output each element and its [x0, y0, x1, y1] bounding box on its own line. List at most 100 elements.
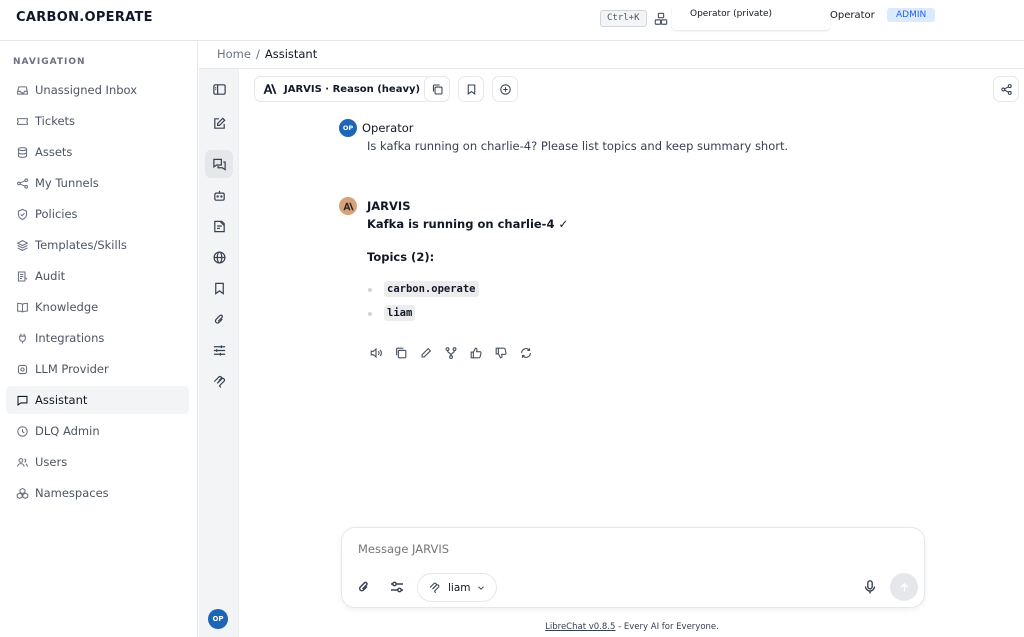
bookmark-conversation-button[interactable] — [458, 76, 484, 102]
read-aloud-button[interactable] — [369, 344, 394, 362]
copy-icon — [432, 84, 442, 94]
sidebar-item-label: My Tunnels — [35, 176, 99, 190]
bot-icon — [213, 190, 225, 201]
command-palette-shortcut[interactable]: Ctrl+K — [600, 10, 647, 27]
attachments-button[interactable] — [205, 305, 233, 333]
sidebar-item-namespaces[interactable]: Namespaces — [6, 479, 189, 507]
shield-icon — [17, 208, 28, 220]
plus-circle-icon — [499, 83, 511, 95]
sidebar-item-label: LLM Provider — [35, 362, 109, 376]
sidebar-nav-list: Unassigned Inbox Tickets Assets My Tunne… — [6, 76, 189, 510]
top-bar: CARBON.OPERATE Ctrl+K Operator (private)… — [0, 0, 1024, 41]
mcp-servers-button[interactable] — [205, 243, 233, 271]
sidebar-item-my-tunnels[interactable]: My Tunnels — [6, 169, 189, 197]
speaker-icon — [370, 347, 382, 359]
tools-settings-button[interactable] — [387, 577, 407, 597]
model-label: JARVIS · Reason (heavy) — [284, 83, 421, 95]
bookmark-icon — [467, 84, 475, 95]
sidebar-toggle-icon — [212, 83, 226, 95]
sidebar-item-label: Tickets — [35, 114, 76, 128]
inbox-icon — [17, 85, 28, 95]
bookmarks-button[interactable] — [205, 274, 233, 302]
attach-file-button[interactable] — [354, 577, 374, 597]
parameters-button[interactable] — [205, 336, 233, 364]
toggle-sidebar-button[interactable] — [205, 75, 233, 103]
thumbs-down-button[interactable] — [494, 344, 519, 362]
sidebar-item-policies[interactable]: Policies — [6, 200, 189, 228]
mcp-tools-button[interactable] — [205, 367, 233, 395]
anthropic-icon — [263, 84, 277, 94]
prompt-icon — [213, 220, 225, 232]
sidebar-item-templates-skills[interactable]: Templates/Skills — [6, 231, 189, 259]
sidebar-item-integrations[interactable]: Integrations — [6, 324, 189, 352]
sidebar-item-tickets[interactable]: Tickets — [6, 107, 189, 135]
tenant-icon — [654, 12, 668, 25]
users-icon — [17, 457, 28, 467]
thumbs-up-icon — [470, 347, 482, 359]
book-icon — [17, 302, 28, 313]
footer-tagline: - Every AI for Everyone. — [615, 622, 719, 632]
edit-icon — [213, 116, 226, 129]
thumbs-down-icon — [495, 347, 507, 359]
brand-logo[interactable]: CARBON.OPERATE — [16, 10, 153, 25]
tenant-select[interactable]: Operator (private) — [672, 4, 830, 30]
mcp-icon — [213, 375, 225, 388]
sidebar-item-llm-provider[interactable]: LLM Provider — [6, 355, 189, 383]
clock-icon — [17, 425, 28, 437]
refresh-icon — [521, 348, 531, 358]
model-selector-button[interactable]: JARVIS · Reason (heavy) — [254, 76, 432, 102]
breadcrumb: Home / Assistant — [217, 47, 317, 61]
sidebar-item-label: Assets — [35, 145, 73, 159]
database-icon — [17, 146, 28, 158]
sidebar-item-label: Assistant — [35, 393, 88, 407]
breadcrumb-home[interactable]: Home — [217, 47, 251, 61]
role-badge: ADMIN — [887, 8, 936, 22]
sidebar-item-label: Unassigned Inbox — [35, 83, 138, 97]
copy-conversation-button[interactable] — [424, 76, 450, 102]
chat-icon — [17, 395, 28, 406]
list-bullet — [368, 288, 372, 292]
mcp-server-selector[interactable]: liam — [417, 573, 497, 602]
sidebar-item-assistant[interactable]: Assistant — [6, 386, 189, 414]
edit-message-button[interactable] — [419, 344, 444, 362]
mcp-server-label: liam — [448, 581, 471, 594]
sidebar-item-users[interactable]: Users — [6, 448, 189, 476]
send-button[interactable] — [890, 573, 918, 601]
anthropic-icon — [342, 202, 354, 210]
sidebar-item-knowledge[interactable]: Knowledge — [6, 293, 189, 321]
sidebar-item-label: Templates/Skills — [35, 238, 127, 252]
voice-input-button[interactable] — [860, 577, 880, 597]
copy-message-button[interactable] — [394, 344, 419, 362]
thumbs-up-button[interactable] — [469, 344, 494, 362]
conversations-button[interactable] — [205, 150, 233, 178]
librechat-link[interactable]: LibreChat v0.8.5 — [545, 622, 615, 632]
sidebar-item-audit[interactable]: Audit — [6, 262, 189, 290]
sidebar-item-label: Namespaces — [35, 486, 109, 500]
message-composer: liam — [341, 527, 925, 608]
user-message-author: Operator — [362, 121, 414, 135]
sidebar-item-unassigned-inbox[interactable]: Unassigned Inbox — [6, 76, 189, 104]
settings-sliders-icon — [391, 581, 403, 593]
new-conversation-button[interactable] — [492, 76, 518, 102]
new-chat-button[interactable] — [205, 109, 233, 137]
regenerate-button[interactable] — [519, 344, 544, 362]
ticket-icon — [17, 117, 28, 125]
messages-icon — [212, 158, 226, 171]
share-button[interactable] — [993, 76, 1019, 102]
sidebar-item-assets[interactable]: Assets — [6, 138, 189, 166]
fork-icon — [445, 347, 457, 359]
breadcrumb-separator: / — [255, 47, 260, 61]
current-user-name[interactable]: Operator — [830, 10, 875, 21]
breadcrumb-current: Assistant — [264, 47, 318, 61]
sidebar-item-label: Policies — [35, 207, 78, 221]
message-input[interactable] — [358, 542, 898, 556]
sidebar-item-dlq-admin[interactable]: DLQ Admin — [6, 417, 189, 445]
prompts-button[interactable] — [205, 212, 233, 240]
topic-code: liam — [384, 305, 416, 321]
list-bullet — [368, 312, 372, 316]
fork-button[interactable] — [444, 344, 469, 362]
sidebar-item-label: Audit — [35, 269, 66, 283]
breadcrumb-bar: Home / Assistant — [199, 41, 1024, 69]
agents-button[interactable] — [205, 181, 233, 209]
user-message-text: Is kafka running on charlie-4? Please li… — [367, 139, 789, 153]
